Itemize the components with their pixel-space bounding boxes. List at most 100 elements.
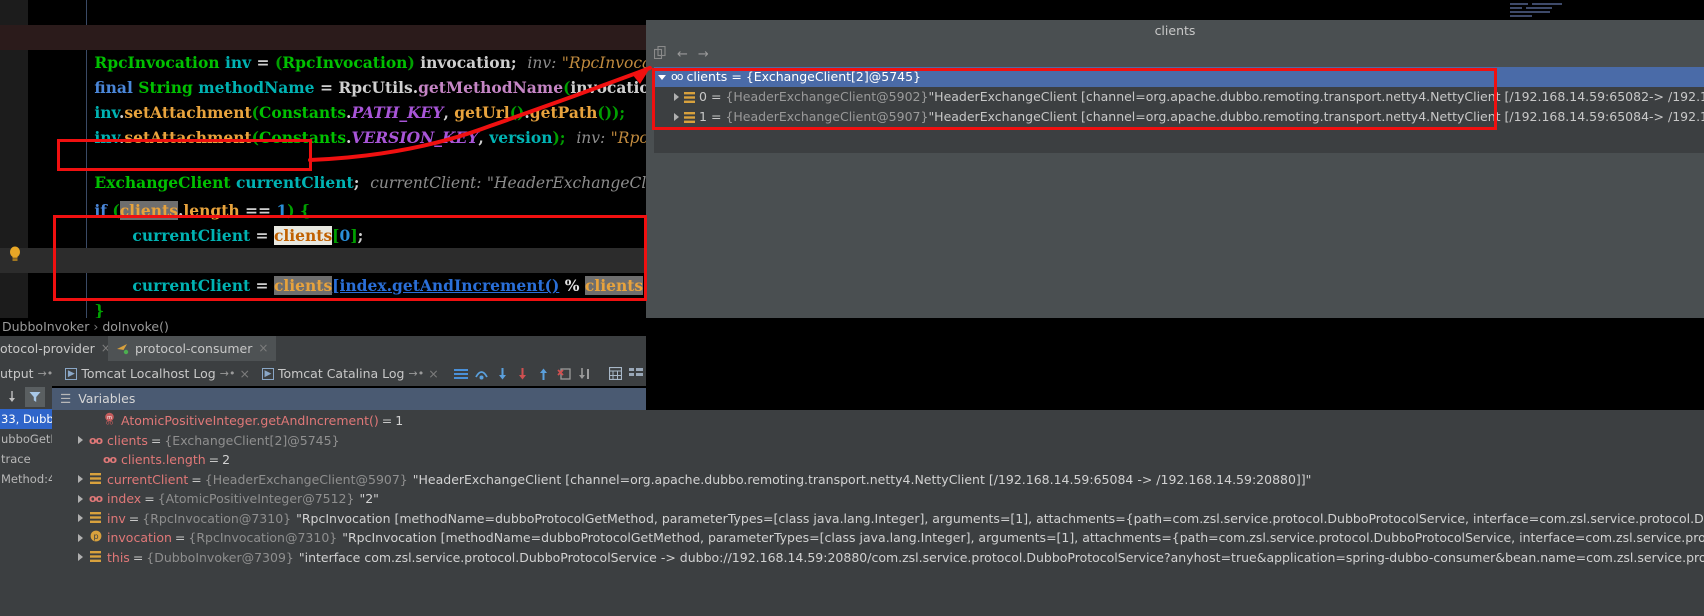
layout-icon[interactable] xyxy=(625,361,646,386)
variable-ref: {HeaderExchangeClient@5907} xyxy=(204,471,408,487)
variable-row-index[interactable]: oo index = {AtomicPositiveInteger@7512} … xyxy=(78,489,379,509)
copy-icon[interactable] xyxy=(653,45,667,63)
collapse-arrow-icon[interactable] xyxy=(658,74,666,80)
intention-bulb-icon[interactable] xyxy=(8,246,22,262)
variable-row-inv[interactable]: inv = {RpcInvocation@7310} "RpcInvocatio… xyxy=(78,509,1704,529)
oo-icon: oo xyxy=(88,433,103,447)
step-out-icon[interactable] xyxy=(533,361,554,386)
expand-arrow-icon[interactable] xyxy=(78,533,83,542)
variables-panel[interactable]: m oo AtomicPositiveInteger.getAndIncremen… xyxy=(52,410,1704,616)
step-over-icon[interactable] xyxy=(471,361,492,386)
down-arrow-icon[interactable] xyxy=(2,387,22,407)
popup-variable-name: clients xyxy=(686,69,728,84)
expand-arrow-icon[interactable] xyxy=(78,436,83,445)
expand-arrow-icon[interactable] xyxy=(78,494,83,503)
variable-row-clients-length[interactable]: oo clients.length = 2 xyxy=(92,450,230,470)
tab-label: Tomcat Catalina Log xyxy=(277,366,405,381)
list-icon xyxy=(684,111,695,123)
equals-sign: = xyxy=(150,432,162,448)
variable-name: index xyxy=(107,491,142,506)
evaluate-icon[interactable] xyxy=(605,361,626,386)
frame-row[interactable]: 33, Dubbo xyxy=(0,409,52,429)
close-icon[interactable]: × xyxy=(428,366,438,381)
tab-protocol-consumer[interactable]: protocol-consumer × xyxy=(108,336,277,361)
breadcrumb[interactable]: DubboInvoker › doInvoke() xyxy=(0,318,646,336)
run-configuration-tabs[interactable]: otocol-provider × protocol-consumer × xyxy=(0,336,646,361)
tab-tomcat-catalina-log[interactable]: ▶ Tomcat Catalina Log →• × xyxy=(256,361,445,386)
pin-icon[interactable]: →• xyxy=(220,367,236,380)
tab-label: utput xyxy=(0,366,34,381)
pin-icon[interactable]: →• xyxy=(38,367,54,380)
breadcrumb-method[interactable]: doInvoke() xyxy=(102,319,168,334)
variable-ref: {AtomicPositiveInteger@7512} xyxy=(157,491,355,506)
variables-title: Variables xyxy=(78,391,136,406)
tab-protocol-provider[interactable]: otocol-provider × xyxy=(0,336,119,361)
code-line-8: currentClient = clients[0]; xyxy=(132,226,364,245)
equals-sign: = xyxy=(710,109,722,124)
watch-icon: m oo xyxy=(102,411,117,431)
popup-variable-tail: -> /192.168.14 xyxy=(1649,109,1704,124)
equals-sign: = xyxy=(710,89,722,104)
variable-name: clients xyxy=(107,432,148,448)
tab-label: Tomcat Localhost Log xyxy=(81,366,216,381)
svg-text:oo: oo xyxy=(106,420,114,426)
variable-ref: {ExchangeClient[2]@5745} xyxy=(164,432,340,448)
expand-arrow-icon[interactable] xyxy=(78,475,83,484)
tab-output[interactable]: utput →• xyxy=(0,361,59,386)
variable-row-getandincrement[interactable]: m oo AtomicPositiveInteger.getAndIncremen… xyxy=(92,411,403,431)
pin-icon[interactable]: →• xyxy=(408,367,424,380)
frame-row[interactable]: trace xyxy=(0,449,52,469)
console-tabs-bar[interactable]: utput →• ▶ Tomcat Localhost Log →• × ▶ T… xyxy=(0,361,646,386)
variable-value: "HeaderExchangeClient [channel=org.apach… xyxy=(412,471,1312,487)
expand-arrow-icon[interactable] xyxy=(674,93,679,101)
variable-value: "RpcInvocation [methodName=dubboProtocol… xyxy=(296,510,1704,526)
step-into-icon[interactable] xyxy=(492,361,513,386)
variable-row-invocation[interactable]: p invocation = {RpcInvocation@7310} "Rpc… xyxy=(78,528,1704,548)
forward-arrow-icon[interactable]: → xyxy=(698,47,709,62)
variable-row-this[interactable]: this = {DubboInvoker@7309} "interface co… xyxy=(78,548,1704,568)
popup-tree[interactable]: oo clients = {ExchangeClient[2]@5745} 0 … xyxy=(654,67,1704,153)
popup-row-clients[interactable]: oo clients = {ExchangeClient[2]@5745} xyxy=(654,67,1704,87)
popup-row-0[interactable]: 0 = {HeaderExchangeClient@5902} "HeaderE… xyxy=(654,87,1704,107)
close-icon[interactable]: × xyxy=(258,336,268,361)
variable-name: inv xyxy=(107,510,126,526)
console-tab-icon: ▶ xyxy=(261,367,274,380)
popup-toolbar[interactable]: ← → xyxy=(646,42,1704,66)
breadcrumb-class[interactable]: DubboInvoker xyxy=(2,319,89,334)
variable-value: "RpcInvocation [methodName=dubboProtocol… xyxy=(342,530,1704,545)
frame-list[interactable]: 33, Dubbo ubboGetM trace Method:42 xyxy=(0,409,52,616)
drop-frame-icon[interactable] xyxy=(554,361,575,386)
popup-row-1[interactable]: 1 = {HeaderExchangeClient@5907} "HeaderE… xyxy=(654,107,1704,127)
expand-arrow-icon[interactable] xyxy=(78,514,83,523)
tab-label: otocol-provider xyxy=(0,341,95,356)
close-icon[interactable]: × xyxy=(239,366,249,381)
run-app-icon xyxy=(117,344,129,355)
equals-sign: = xyxy=(208,452,220,467)
oo-icon: oo xyxy=(88,492,103,505)
equals-sign: = xyxy=(174,530,186,545)
expand-arrow-icon[interactable] xyxy=(78,553,83,562)
frame-row[interactable]: ubboGetM xyxy=(0,429,52,449)
back-arrow-icon[interactable]: ← xyxy=(677,47,688,62)
force-step-into-icon[interactable] xyxy=(512,361,533,386)
variables-header: ☰ Variables xyxy=(52,388,646,410)
run-to-cursor-icon[interactable] xyxy=(574,361,595,386)
console-tab-icon: ▶ xyxy=(65,367,78,380)
variable-row-clients[interactable]: oo clients = {ExchangeClient[2]@5745} xyxy=(78,431,340,451)
variable-value: "2" xyxy=(359,491,379,506)
popup-variable-tail: -> /192.168.14 xyxy=(1649,89,1704,104)
expand-arrow-icon[interactable] xyxy=(674,113,679,121)
variables-icon: ☰ xyxy=(60,391,72,406)
lines-icon[interactable] xyxy=(451,361,472,386)
variable-row-currentclient[interactable]: currentClient = {HeaderExchangeClient@59… xyxy=(78,470,1311,490)
variable-name: invocation xyxy=(107,530,172,545)
equals-sign: = xyxy=(381,413,393,428)
breadcrumb-separator: › xyxy=(93,319,99,334)
code-line-4: inv.setAttachment(Constants.VERSION_KEY,… xyxy=(94,128,720,147)
code-line-9: } else { xyxy=(0,223,159,270)
list-icon xyxy=(88,509,103,529)
tab-tomcat-localhost-log[interactable]: ▶ Tomcat Localhost Log →• × xyxy=(59,361,256,386)
frame-row[interactable]: Method:42 xyxy=(0,469,52,489)
filter-icon[interactable] xyxy=(25,387,45,407)
clients-inspector-popup[interactable]: clients ← → oo clients = {ExchangeClient… xyxy=(646,20,1704,318)
